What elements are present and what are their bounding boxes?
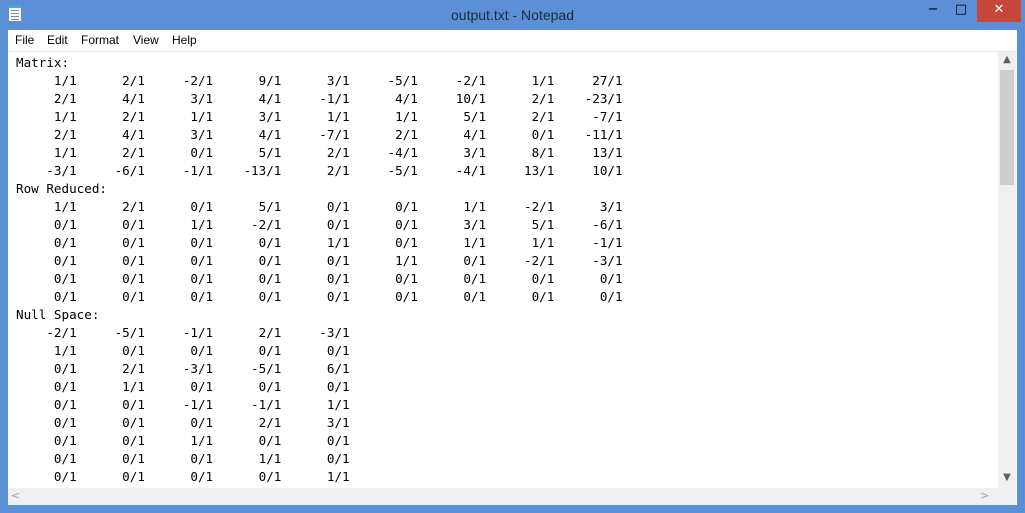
menu-edit[interactable]: Edit bbox=[47, 33, 68, 47]
document-line: 0/1 0/1 0/1 2/1 3/1 bbox=[16, 415, 350, 430]
scroll-up-arrow-icon[interactable]: ▲ bbox=[998, 54, 1016, 65]
document-line: 0/1 0/1 0/1 1/1 0/1 bbox=[16, 451, 350, 466]
menu-help[interactable]: Help bbox=[172, 33, 197, 47]
menu-view[interactable]: View bbox=[133, 33, 159, 47]
text-editor[interactable]: Matrix: 1/1 2/1 -2/1 9/1 3/1 -5/1 -2/1 1… bbox=[8, 52, 1017, 505]
document-line: -2/1 -5/1 -1/1 2/1 -3/1 bbox=[16, 325, 350, 340]
document-line: 2/1 4/1 3/1 4/1 -7/1 2/1 4/1 0/1 -11/1 bbox=[16, 127, 623, 142]
scroll-right-arrow-icon[interactable]: > bbox=[980, 489, 989, 502]
document-line: 0/1 0/1 0/1 0/1 1/1 bbox=[16, 469, 350, 484]
close-button[interactable]: ✕ bbox=[977, 0, 1021, 22]
document-line: Null Space: bbox=[16, 307, 100, 322]
document-line: 2/1 4/1 3/1 4/1 -1/1 4/1 10/1 2/1 -23/1 bbox=[16, 91, 623, 106]
document-text[interactable]: Matrix: 1/1 2/1 -2/1 9/1 3/1 -5/1 -2/1 1… bbox=[16, 54, 623, 486]
document-line: 0/1 2/1 -3/1 -5/1 6/1 bbox=[16, 361, 350, 376]
notepad-window: output.txt - Notepad − □ ✕ File Edit For… bbox=[0, 0, 1025, 513]
document-line: 0/1 0/1 0/1 0/1 0/1 0/1 0/1 0/1 0/1 bbox=[16, 289, 623, 304]
menu-format[interactable]: Format bbox=[81, 33, 119, 47]
document-line: 0/1 0/1 1/1 -2/1 0/1 0/1 3/1 5/1 -6/1 bbox=[16, 217, 623, 232]
document-line: 1/1 2/1 0/1 5/1 0/1 0/1 1/1 -2/1 3/1 bbox=[16, 199, 623, 214]
document-line: 1/1 0/1 0/1 0/1 0/1 bbox=[16, 343, 350, 358]
maximize-button[interactable]: □ bbox=[948, 0, 974, 22]
document-line: 0/1 0/1 0/1 0/1 0/1 0/1 0/1 0/1 0/1 bbox=[16, 271, 623, 286]
document-line: 1/1 2/1 0/1 5/1 2/1 -4/1 3/1 8/1 13/1 bbox=[16, 145, 623, 160]
window-title: output.txt - Notepad bbox=[451, 7, 574, 23]
horizontal-scrollbar[interactable]: < > bbox=[8, 488, 998, 505]
menu-file[interactable]: File bbox=[15, 33, 34, 47]
scroll-down-arrow-icon[interactable]: ▼ bbox=[998, 472, 1016, 483]
title-bar[interactable]: output.txt - Notepad − □ ✕ bbox=[0, 0, 1025, 30]
document-line: -3/1 -6/1 -1/1 -13/1 2/1 -5/1 -4/1 13/1 … bbox=[16, 163, 623, 178]
vertical-scroll-thumb[interactable] bbox=[1000, 70, 1014, 185]
document-line: 0/1 0/1 0/1 0/1 0/1 1/1 0/1 -2/1 -3/1 bbox=[16, 253, 623, 268]
menu-bar: File Edit Format View Help bbox=[8, 30, 1017, 52]
vertical-scrollbar[interactable]: ▲ ▼ bbox=[998, 52, 1016, 488]
document-line: 0/1 0/1 -1/1 -1/1 1/1 bbox=[16, 397, 350, 412]
document-line: 1/1 2/1 1/1 3/1 1/1 1/1 5/1 2/1 -7/1 bbox=[16, 109, 623, 124]
document-line: Row Reduced: bbox=[16, 181, 107, 196]
document-line: 0/1 0/1 0/1 0/1 1/1 0/1 1/1 1/1 -1/1 bbox=[16, 235, 623, 250]
document-line: Matrix: bbox=[16, 55, 70, 70]
minimize-button[interactable]: − bbox=[920, 0, 946, 22]
document-line: 0/1 0/1 1/1 0/1 0/1 bbox=[16, 433, 350, 448]
document-line: 1/1 2/1 -2/1 9/1 3/1 -5/1 -2/1 1/1 27/1 bbox=[16, 73, 623, 88]
document-line: 0/1 1/1 0/1 0/1 0/1 bbox=[16, 379, 350, 394]
scroll-left-arrow-icon[interactable]: < bbox=[11, 489, 20, 502]
scrollbar-corner bbox=[998, 488, 1016, 505]
